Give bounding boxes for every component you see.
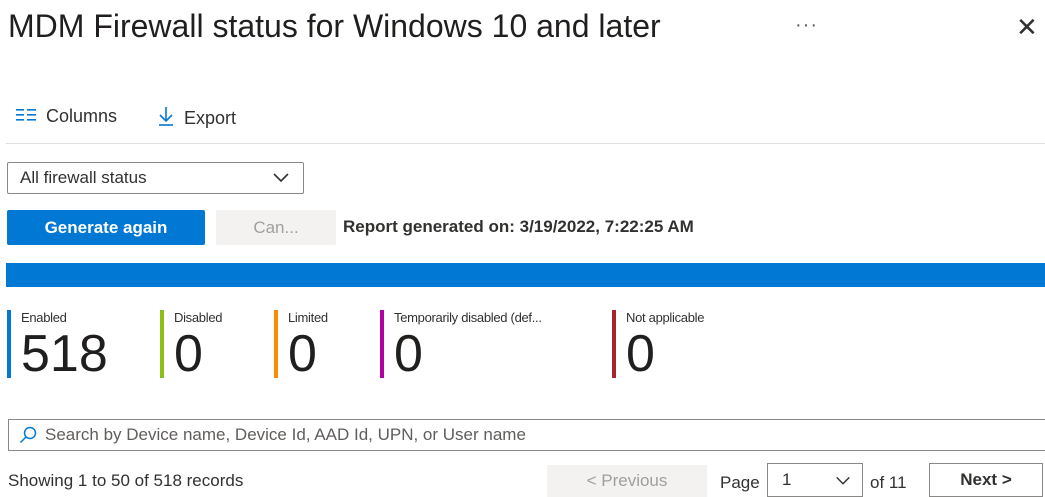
next-button[interactable]: Next > [929,463,1043,497]
search-icon [19,426,37,444]
stat-value: 0 [174,325,203,383]
stat-color-bar [160,310,164,378]
stat-color-bar [7,310,11,378]
report-timestamp: Report generated on: 3/19/2022, 7:22:25 … [343,217,694,236]
divider [6,143,1045,144]
records-count: Showing 1 to 50 of 518 records [8,471,244,490]
stat-label: Disabled [174,310,223,325]
close-icon[interactable]: ✕ [1016,14,1038,40]
firewall-status-dropdown[interactable]: All firewall status [7,162,304,194]
more-options-icon[interactable]: ··· [795,14,818,37]
page-select[interactable]: 1 [767,463,863,497]
stat-value: 0 [394,325,423,383]
stat-label: Enabled [21,310,67,325]
page-total: of 11 [870,473,907,492]
generate-again-button[interactable]: Generate again [7,210,205,245]
page-title: MDM Firewall status for Windows 10 and l… [8,8,661,44]
export-label: Export [184,108,237,128]
columns-label: Columns [46,106,118,126]
chevron-down-icon [271,168,291,193]
stat-label: Limited [288,310,328,325]
page-value: 1 [782,470,792,489]
stat-value: 518 [21,325,108,383]
previous-button[interactable]: < Previous [547,465,707,497]
stat-color-bar [380,310,384,378]
columns-icon [16,106,36,127]
stat-value: 0 [626,325,655,383]
stat-color-bar [274,310,278,378]
stat-label: Temporarily disabled (def... [394,310,542,325]
progress-fill [6,263,1045,287]
page-label: Page [720,473,760,492]
download-arrow-icon [158,106,174,131]
stat-value: 0 [288,325,317,383]
export-button[interactable]: Export [158,106,236,131]
stat-label: Not applicable [626,310,705,325]
cancel-button[interactable]: Can... [216,210,336,245]
stat-color-bar [612,310,616,378]
chevron-down-icon [834,472,852,495]
search-input[interactable]: Search by Device name, Device Id, AAD Id… [8,419,1045,451]
dropdown-value: All firewall status [20,168,147,187]
columns-button[interactable]: Columns [16,106,117,127]
search-placeholder: Search by Device name, Device Id, AAD Id… [45,425,526,444]
progress-bar [6,263,1045,287]
